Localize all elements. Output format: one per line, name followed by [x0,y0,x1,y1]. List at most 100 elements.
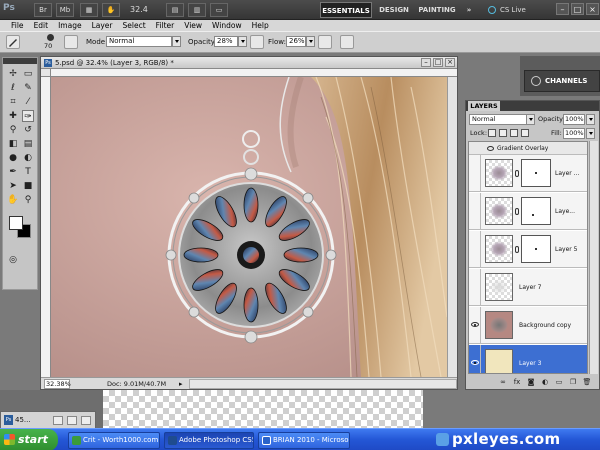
menu-window[interactable]: Window [207,20,247,31]
flow-field[interactable]: 26% [286,36,306,47]
lock-position-icon[interactable] [510,129,518,137]
menu-filter[interactable]: Filter [151,20,180,31]
dodge-tool-icon[interactable]: ◐ [22,152,34,164]
brush-tool-preset-icon[interactable] [6,35,20,49]
layer-visibility-toggle[interactable] [469,307,481,344]
effect-visibility-icon[interactable] [487,146,494,151]
menu-image[interactable]: Image [53,20,87,31]
lock-pixels-icon[interactable] [499,129,507,137]
opacity-slider-arrow-icon[interactable] [238,36,247,47]
clone-stamp-tool-icon[interactable]: ⚲ [7,124,19,136]
horizontal-ruler[interactable] [51,69,457,77]
blend-mode-arrow-icon[interactable] [526,114,535,125]
layers-scrollbar[interactable] [589,141,598,374]
lock-transparency-icon[interactable] [488,129,496,137]
new-layer-icon[interactable]: ❐ [568,377,578,387]
menu-file[interactable]: File [6,20,29,31]
document-vertical-scrollbar[interactable] [447,77,457,377]
gradient-overlay-effect[interactable]: Gradient Overlay [469,142,587,155]
adjustment-icon[interactable]: ◐ [540,377,550,387]
healing-brush-tool-icon[interactable]: ✚ [7,110,19,122]
brush-picker[interactable]: 70 [44,34,58,52]
layer-visibility-toggle[interactable] [469,345,481,373]
menu-view[interactable]: View [179,20,207,31]
layer-row[interactable]: Layer 5 [469,231,587,268]
pressure-size-icon[interactable] [340,35,354,49]
document-minimize-button[interactable]: – [421,58,431,67]
layer-mask-thumbnail[interactable] [521,159,551,187]
view-grid-button[interactable]: ▤ [166,3,184,17]
eraser-tool-icon[interactable]: ◧ [7,138,19,150]
minimized-restore-icon[interactable] [53,416,63,425]
gradient-tool-icon[interactable]: ▤ [22,138,34,150]
minimized-close-icon[interactable] [81,416,91,425]
workspace-painting[interactable]: PAINTING [418,2,456,18]
mode-select[interactable]: Normal [106,36,172,47]
document-title-bar[interactable]: Ps 5.psd @ 32.4% (Layer 3, RGB/8) * – □ … [41,57,457,69]
quick-selection-tool-icon[interactable]: ✎ [22,82,34,94]
fill-arrow-icon[interactable] [586,128,595,139]
channels-panel-tab[interactable]: CHANNELS [524,70,600,92]
layer-row[interactable]: Laye... [469,193,587,230]
foreground-color-swatch[interactable] [9,216,23,230]
flow-slider-arrow-icon[interactable] [306,36,315,47]
cs-live-button[interactable]: CS Live [488,4,548,16]
marquee-tool-icon[interactable]: ▭ [22,68,34,80]
minibridge-button[interactable]: Mb [56,3,74,17]
fx-icon[interactable]: fx [512,377,522,387]
layer-row[interactable]: Layer ... [469,155,587,192]
extras-button[interactable]: ▦ [80,3,98,17]
airbrush-icon[interactable] [318,35,332,49]
layer-mask-thumbnail[interactable] [521,235,551,263]
mask-icon[interactable]: ◙ [526,377,536,387]
menu-edit[interactable]: Edit [29,20,54,31]
taskbar-item-photoshop[interactable]: Adobe Photoshop CS5 [164,432,254,449]
menu-help[interactable]: Help [247,20,274,31]
document-horizontal-scrollbar[interactable] [189,379,457,389]
zoom-tool-icon[interactable]: ⚲ [22,194,34,206]
zoom-level[interactable]: 32.4 [130,3,164,17]
layer-visibility-toggle[interactable] [469,269,481,306]
hand-tool-button[interactable]: ✋ [102,3,120,17]
layer-row[interactable]: Layer 7 [469,269,587,306]
image-canvas[interactable] [51,77,447,377]
shape-tool-icon[interactable]: ■ [22,180,34,192]
link-icon[interactable]: ∞ [498,377,508,387]
maximize-button[interactable]: □ [571,3,584,15]
workspace-design[interactable]: DESIGN [378,2,410,18]
history-brush-tool-icon[interactable]: ↺ [22,124,34,136]
mask-link-icon[interactable] [515,246,519,253]
document-maximize-button[interactable]: □ [433,58,443,67]
crop-tool-icon[interactable]: ⌗ [7,96,19,108]
trash-icon[interactable]: 🗑 [582,377,592,387]
brush-panel-toggle-icon[interactable] [64,35,78,49]
minimized-document[interactable]: Ps 45... [0,411,96,429]
vertical-ruler[interactable] [41,77,51,377]
pen-tool-icon[interactable]: ✒ [7,166,19,178]
brush-tool-icon[interactable]: ✑ [22,110,34,122]
mask-link-icon[interactable] [515,170,519,177]
bridge-button[interactable]: Br [34,3,52,17]
opacity-field[interactable]: 28% [214,36,238,47]
document-close-button[interactable]: × [445,58,455,67]
lasso-tool-icon[interactable]: ℓ [7,82,19,94]
menu-select[interactable]: Select [118,20,151,31]
layers-tab[interactable]: LAYERS [468,101,500,111]
layer-opacity-arrow-icon[interactable] [586,114,595,125]
arrange-documents-button[interactable]: ▥ [188,3,206,17]
layer-row[interactable]: Background copy [469,307,587,344]
type-tool-icon[interactable]: T [22,166,34,178]
hand-tool-icon[interactable]: ✋ [7,194,19,206]
taskbar-item-browser[interactable]: Crit - Worth1000.com... [68,432,160,449]
layer-row-selected[interactable]: Layer 3 [469,345,587,373]
fill-field[interactable]: 100% [563,128,585,139]
minimize-button[interactable]: – [556,3,569,15]
close-button[interactable]: × [586,3,599,15]
folder-icon[interactable]: ▭ [554,377,564,387]
layer-visibility-toggle[interactable] [469,231,481,268]
minimized-maximize-icon[interactable] [67,416,77,425]
mode-dropdown-arrow-icon[interactable] [172,36,181,47]
blur-tool-icon[interactable]: ● [7,152,19,164]
mask-link-icon[interactable] [515,208,519,215]
layer-opacity-field[interactable]: 100% [563,114,585,125]
